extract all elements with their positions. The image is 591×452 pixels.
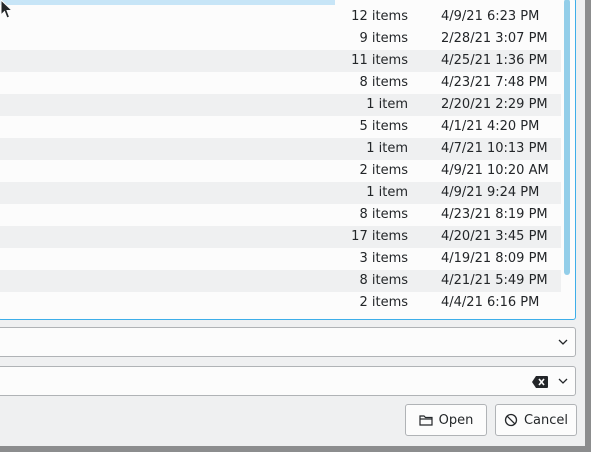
item-count: 8 items <box>359 75 408 90</box>
item-count: 2 items <box>359 295 408 310</box>
mouse-cursor-icon <box>0 0 14 19</box>
file-row[interactable]: 1 item 2/20/21 2:29 PM <box>0 94 561 116</box>
file-row[interactable]: 12 items 4/9/21 6:23 PM <box>0 6 561 28</box>
window-shadow-bottom <box>0 446 591 452</box>
file-row[interactable]: 8 items 4/21/21 5:49 PM <box>0 270 561 292</box>
modified-date: 4/20/21 3:45 PM <box>441 229 548 244</box>
chevron-down-icon[interactable] <box>557 336 569 348</box>
file-list-view[interactable]: 12 items 4/9/21 6:23 PM 9 items 2/28/21 … <box>0 0 576 320</box>
file-row[interactable]: 8 items 4/23/21 7:48 PM <box>0 72 561 94</box>
open-button[interactable]: Open <box>405 404 487 436</box>
file-row[interactable]: 5 items 4/1/21 4:20 PM <box>0 116 561 138</box>
open-button-label: Open <box>438 412 474 428</box>
item-count: 1 item <box>366 141 408 156</box>
scrollbar-handle[interactable] <box>564 0 570 275</box>
item-count: 1 item <box>366 97 408 112</box>
item-count: 3 items <box>359 251 408 266</box>
item-count: 5 items <box>359 119 408 134</box>
item-count: 2 items <box>359 163 408 178</box>
item-count: 1 item <box>366 185 408 200</box>
chevron-down-icon[interactable] <box>557 375 569 387</box>
file-row[interactable]: 3 items 4/19/21 8:09 PM <box>0 248 561 270</box>
modified-date: 2/28/21 3:07 PM <box>441 31 548 46</box>
item-count: 17 items <box>351 229 408 244</box>
modified-date: 4/9/21 10:20 AM <box>441 163 549 178</box>
modified-date: 4/1/21 4:20 PM <box>441 119 540 134</box>
modified-date: 2/20/21 2:29 PM <box>441 97 548 112</box>
modified-date: 4/23/21 7:48 PM <box>441 75 548 90</box>
file-row[interactable]: 1 item 4/9/21 9:24 PM <box>0 182 561 204</box>
modified-date: 4/7/21 10:13 PM <box>441 141 548 156</box>
item-count: 9 items <box>359 31 408 46</box>
item-count: 11 items <box>351 53 408 68</box>
modified-date: 4/4/21 6:16 PM <box>441 295 540 310</box>
item-count: 12 items <box>351 9 408 24</box>
modified-date: 4/9/21 6:23 PM <box>441 9 540 24</box>
modified-date: 4/23/21 8:19 PM <box>441 207 548 222</box>
filter-combobox[interactable] <box>0 366 576 396</box>
location-combobox[interactable] <box>0 327 576 357</box>
clear-text-icon[interactable] <box>532 376 548 388</box>
file-row[interactable]: 9 items 2/28/21 3:07 PM <box>0 28 561 50</box>
folder-open-icon <box>419 415 433 426</box>
modified-date: 4/9/21 9:24 PM <box>441 185 540 200</box>
cancel-button-label: Cancel <box>523 412 569 428</box>
cancel-button[interactable]: Cancel <box>495 404 577 436</box>
item-count: 8 items <box>359 207 408 222</box>
modified-date: 4/21/21 5:49 PM <box>441 273 548 288</box>
file-row[interactable]: 1 item 4/7/21 10:13 PM <box>0 138 561 160</box>
file-dialog: 12 items 4/9/21 6:23 PM 9 items 2/28/21 … <box>0 0 591 452</box>
cancel-icon <box>504 413 518 427</box>
file-row[interactable]: 17 items 4/20/21 3:45 PM <box>0 226 561 248</box>
modified-date: 4/25/21 1:36 PM <box>441 53 548 68</box>
file-row[interactable]: 11 items 4/25/21 1:36 PM <box>0 50 561 72</box>
file-row[interactable]: 2 items 4/9/21 10:20 AM <box>0 160 561 182</box>
file-row[interactable]: 2 items 4/4/21 6:16 PM <box>0 292 561 314</box>
selected-row-highlight[interactable] <box>0 0 335 5</box>
item-count: 8 items <box>359 273 408 288</box>
modified-date: 4/19/21 8:09 PM <box>441 251 548 266</box>
window-shadow-right <box>585 0 591 452</box>
file-row[interactable]: 8 items 4/23/21 8:19 PM <box>0 204 561 226</box>
